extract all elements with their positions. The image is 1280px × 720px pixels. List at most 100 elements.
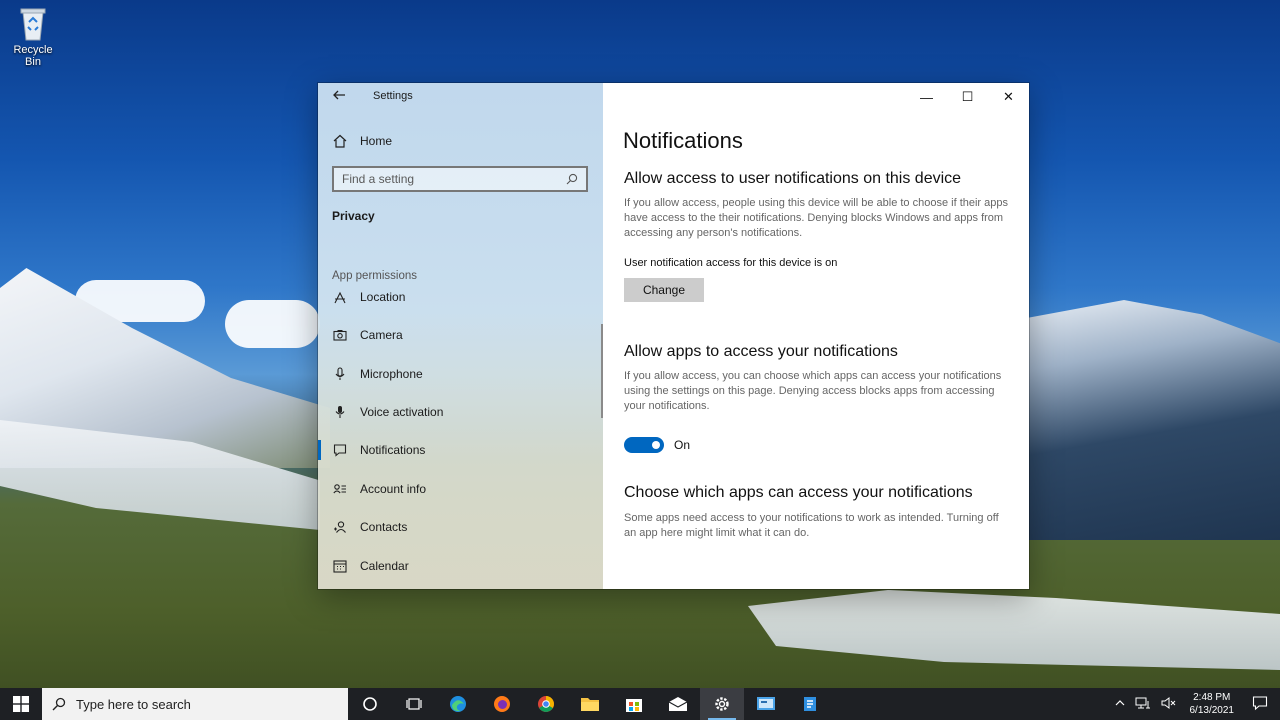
windows-logo-icon	[13, 696, 29, 712]
maximize-button[interactable]: ☐	[947, 83, 988, 111]
clock-time: 2:48 PM	[1193, 692, 1231, 703]
desktop-wallpaper-snow-bottom	[748, 590, 1280, 670]
camera-icon	[332, 327, 348, 343]
toggle-knob	[652, 441, 660, 449]
maximize-icon: ☐	[961, 89, 974, 104]
task-view-button[interactable]	[392, 688, 436, 720]
change-button[interactable]: Change	[624, 278, 704, 302]
recycle-bin-shortcut[interactable]: Recycle Bin	[4, 6, 62, 68]
sidebar-item-label: Contacts	[360, 520, 408, 534]
sidebar-item-camera[interactable]: Camera	[332, 327, 403, 343]
find-setting-input[interactable]: Find a setting	[332, 166, 588, 192]
sidebar-item-microphone[interactable]: Microphone	[332, 366, 423, 382]
back-arrow-icon	[333, 90, 345, 100]
window-caption-buttons: — ☐ ✕	[906, 83, 1029, 111]
chrome-icon	[538, 696, 554, 712]
cloud	[225, 300, 320, 348]
search-icon	[566, 173, 578, 185]
minimize-button[interactable]: —	[906, 83, 947, 111]
settings-icon	[715, 697, 729, 711]
section-description-choose-apps: Some apps need access to your notificati…	[624, 512, 999, 539]
system-tray: 2:48 PM 6/13/2021	[1110, 688, 1280, 720]
settings-content: — ☐ ✕ Notifications Allow access to user…	[603, 83, 1029, 589]
section-heading-choose-apps: Choose which apps can access your notifi…	[624, 484, 973, 501]
search-icon	[52, 697, 66, 711]
network-button[interactable]	[1130, 696, 1156, 713]
edge-icon	[450, 696, 466, 712]
store-button[interactable]	[612, 688, 656, 720]
task-view-icon	[406, 698, 422, 710]
section-description-device-access: If you allow access, people using this d…	[624, 197, 1008, 239]
settings-taskbar-button[interactable]	[700, 688, 744, 720]
page-title: Notifications	[623, 128, 743, 153]
chrome-button[interactable]	[524, 688, 568, 720]
sidebar-section-title: Privacy	[332, 209, 375, 223]
file-explorer-icon	[581, 698, 599, 711]
mail-icon	[668, 697, 688, 711]
sidebar-item-label: Voice activation	[360, 405, 444, 419]
network-app-icon	[804, 697, 816, 711]
sidebar-item-location[interactable]: Location	[332, 289, 405, 305]
location-icon	[332, 289, 348, 305]
mail-button[interactable]	[656, 688, 700, 720]
action-center-button[interactable]	[1242, 695, 1280, 714]
cortana-button[interactable]	[348, 688, 392, 720]
show-hidden-icons-button[interactable]	[1110, 698, 1130, 710]
action-center-icon	[1252, 695, 1268, 710]
sidebar-item-home[interactable]: Home	[332, 133, 392, 149]
section-description-app-access: If you allow access, you can choose whic…	[624, 370, 1002, 412]
sidebar-item-label: Account info	[360, 482, 427, 496]
cortana-icon	[363, 697, 377, 711]
store-icon	[626, 699, 642, 712]
network-app-button[interactable]	[788, 688, 832, 720]
back-button[interactable]	[332, 88, 348, 104]
device-access-status: User notification access for this device…	[624, 257, 838, 269]
sidebar-item-notifications[interactable]: Notifications	[332, 442, 425, 458]
window-title: Settings	[373, 90, 413, 102]
account-info-icon	[332, 481, 348, 497]
volume-muted-icon	[1161, 696, 1175, 709]
home-icon	[332, 133, 348, 149]
voice-activation-icon	[332, 404, 348, 420]
settings-sidebar: Settings Home Find a setting Privacy App…	[318, 83, 603, 589]
firefox-icon	[494, 696, 510, 712]
sidebar-item-contacts[interactable]: Contacts	[332, 519, 407, 535]
settings-window: Settings Home Find a setting Privacy App…	[318, 83, 1029, 589]
calendar-icon	[332, 558, 348, 574]
taskbar-clock[interactable]: 2:48 PM 6/13/2021	[1182, 691, 1243, 717]
microphone-icon	[332, 366, 348, 382]
sidebar-item-account-info[interactable]: Account info	[332, 481, 426, 497]
toggle-state-label: On	[674, 438, 691, 452]
control-panel-button[interactable]	[744, 688, 788, 720]
app-access-toggle[interactable]	[624, 437, 664, 453]
control-panel-icon	[757, 697, 775, 710]
taskbar-search-placeholder: Type here to search	[76, 696, 191, 712]
volume-button[interactable]	[1156, 696, 1182, 713]
sidebar-item-label: Notifications	[360, 443, 426, 457]
close-icon: ✕	[1003, 89, 1014, 104]
network-icon	[1135, 697, 1150, 708]
sidebar-item-label: Microphone	[360, 367, 423, 381]
firefox-button[interactable]	[480, 688, 524, 720]
sidebar-item-calendar[interactable]: Calendar	[332, 558, 409, 574]
taskbar-search-box[interactable]: Type here to search	[42, 688, 348, 720]
sidebar-item-voice-activation[interactable]: Voice activation	[332, 404, 443, 420]
clock-date: 6/13/2021	[1189, 705, 1235, 716]
sidebar-group-label: App permissions	[332, 270, 418, 282]
file-explorer-button[interactable]	[568, 688, 612, 720]
sidebar-item-label: Home	[360, 134, 393, 148]
notifications-icon	[332, 442, 348, 458]
section-heading-app-access: Allow apps to access your notifications	[624, 343, 898, 360]
desktop-wallpaper-mountain-right	[1020, 300, 1280, 540]
section-heading-device-access: Allow access to user notifications on th…	[624, 170, 962, 187]
taskbar: Type here to search 2:48 PM 6/13/2021	[0, 688, 1280, 720]
minimize-icon: —	[920, 89, 933, 105]
contacts-icon	[332, 519, 348, 535]
sidebar-item-label: Camera	[360, 328, 403, 342]
sidebar-item-label: Location	[360, 290, 406, 304]
sidebar-item-label: Calendar	[360, 559, 409, 573]
recycle-bin-icon	[18, 6, 48, 41]
close-button[interactable]: ✕	[988, 83, 1029, 111]
start-button[interactable]	[0, 688, 42, 720]
edge-button[interactable]	[436, 688, 480, 720]
